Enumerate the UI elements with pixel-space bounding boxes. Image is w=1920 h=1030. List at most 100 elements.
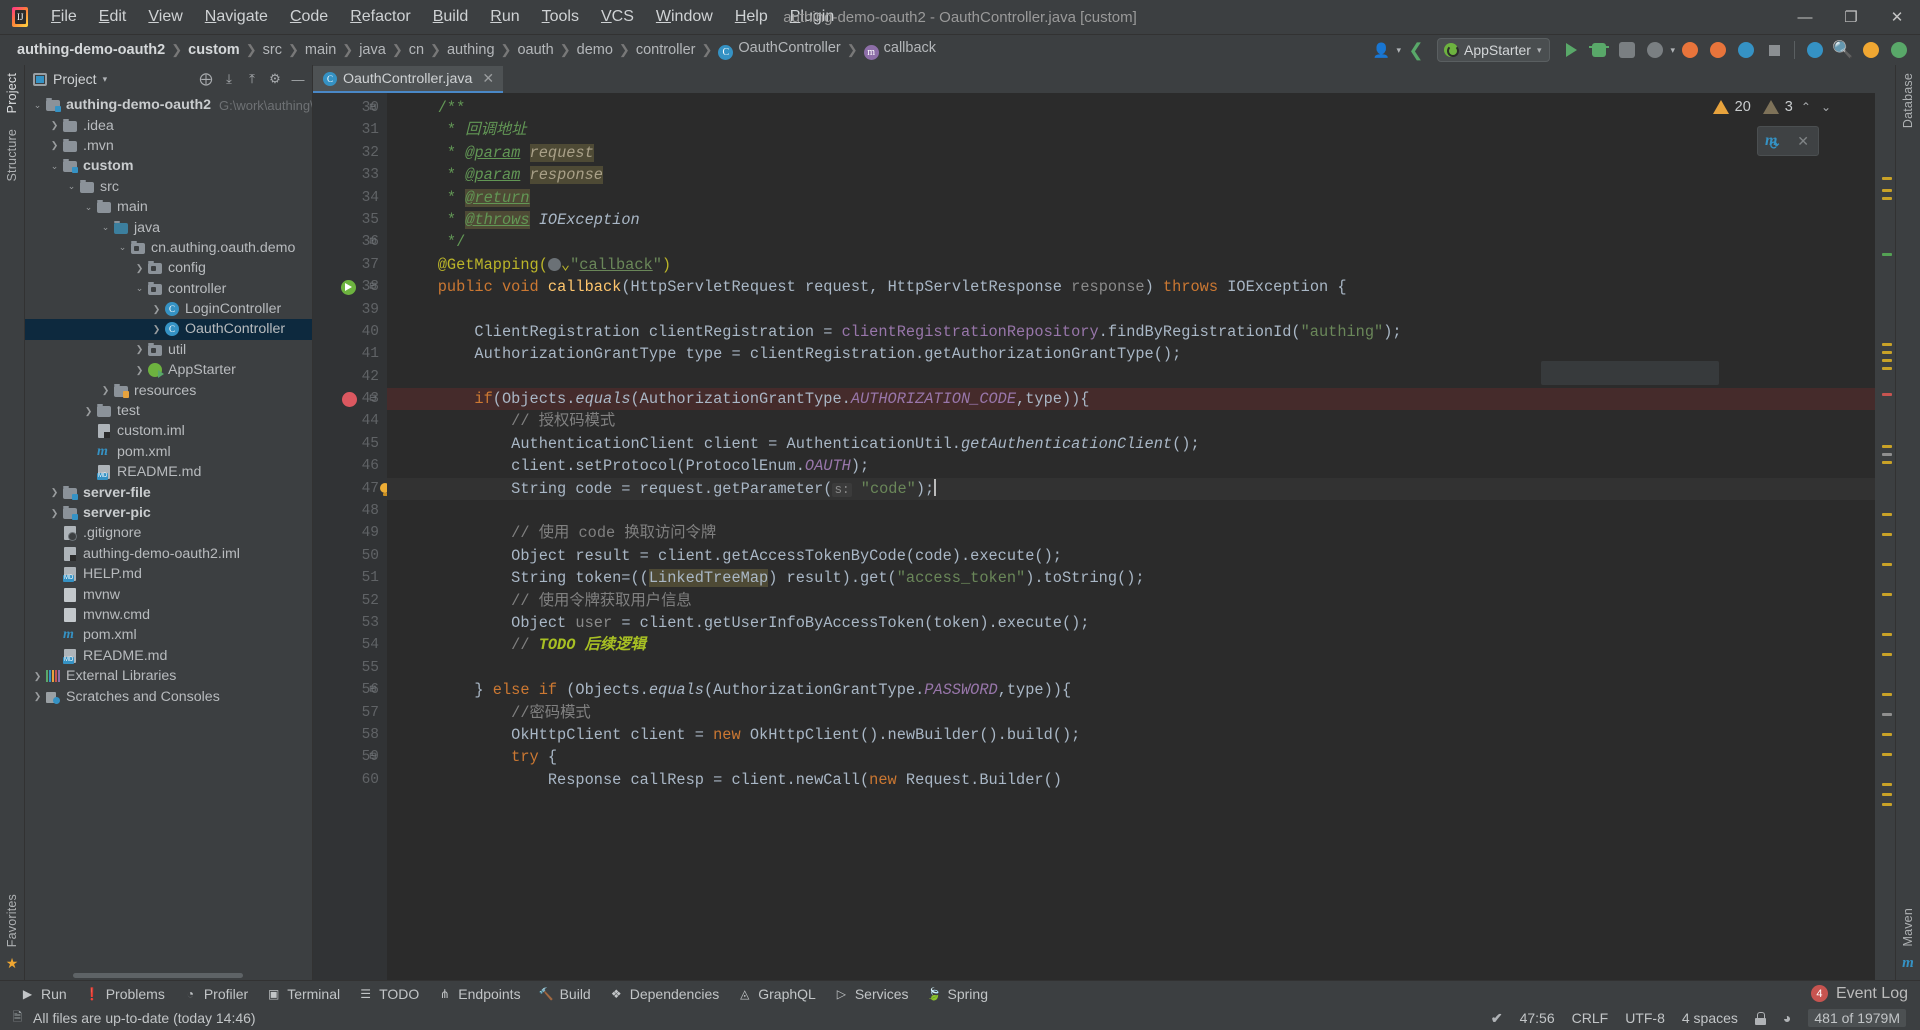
gutter-line[interactable]: 58 [313,724,387,746]
chevron-right-icon[interactable]: ❯ [31,690,44,703]
editor-gutter[interactable]: 30⊟313233343536⊡3738⊟3940414243⊟44454647… [313,93,387,980]
tree-node-main[interactable]: ⌄main [25,197,312,217]
chevron-right-icon[interactable]: ❯ [150,323,163,336]
breadcrumb-item-authing[interactable]: authing [442,40,500,60]
back-arrow-icon[interactable]: ❮ [1403,37,1429,63]
tree-node-external-libraries[interactable]: ❯External Libraries [25,666,312,686]
code-line[interactable]: */ [387,231,1875,253]
tree-node-server-pic[interactable]: ❯server-pic [25,503,312,523]
inspections-widget[interactable]: 20 3 ⌃ ⌄ [1713,99,1833,115]
menu-plugin[interactable]: Plugin [779,4,845,30]
fold-icon[interactable]: ⊟ [365,282,376,293]
breadcrumb[interactable]: authing-demo-oauth2❯custom❯src❯main❯java… [12,38,941,62]
tree-node-custom[interactable]: ⌄custom [25,156,312,176]
menu-bar[interactable]: FileEditViewNavigateCodeRefactorBuildRun… [40,0,845,35]
tool-window-project[interactable]: Project [3,65,21,121]
chevron-right-icon[interactable]: ❯ [99,384,112,397]
code-line[interactable]: try { [387,746,1875,768]
bottom-tool-graphql[interactable]: ◬GraphQL [731,984,828,1004]
code-line[interactable]: } else if (Objects.equals(AuthorizationG… [387,679,1875,701]
code-line[interactable]: AuthenticationClient client = Authentica… [387,433,1875,455]
rebuild-project-button[interactable] [1705,37,1731,63]
gutter-line[interactable]: 36⊡ [313,231,387,253]
inspection-scrollbar[interactable] [1875,93,1895,980]
code-line[interactable]: public void callback(HttpServletRequest … [387,276,1875,298]
maximize-button[interactable]: ❐ [1828,0,1874,35]
settings-icon[interactable] [1858,37,1884,63]
chevron-right-icon[interactable]: ❯ [48,486,61,499]
inspection-marker[interactable] [1882,633,1892,636]
collapse-all-icon[interactable]: ⤒ [242,69,262,89]
tree-node-scratches-and-consoles[interactable]: ❯Scratches and Consoles [25,686,312,706]
chevron-right-icon[interactable]: ❯ [133,364,146,377]
code-line[interactable]: String code = request.getParameter(s: "c… [387,478,1875,500]
gutter-line[interactable]: 45 [313,433,387,455]
menu-run[interactable]: Run [479,4,530,30]
build-project-button[interactable] [1677,37,1703,63]
code-line[interactable]: * @param response [387,164,1875,186]
menu-refactor[interactable]: Refactor [339,4,421,30]
tree-node-test[interactable]: ❯test [25,401,312,421]
gutter-line[interactable]: 55 [313,657,387,679]
code-line[interactable]: OkHttpClient client = new OkHttpClient()… [387,724,1875,746]
compile-button[interactable] [1733,37,1759,63]
chevron-down-icon[interactable]: ⌄ [82,201,95,214]
gutter-line[interactable]: 44 [313,410,387,432]
bottom-tool-dependencies[interactable]: ❖Dependencies [603,984,732,1004]
chevron-right-icon[interactable]: ❯ [48,119,61,132]
file-encoding[interactable]: UTF-8 [1625,1010,1665,1026]
gutter-line[interactable]: 30⊟ [313,97,387,119]
menu-file[interactable]: File [40,4,88,30]
inspection-marker[interactable] [1882,593,1892,596]
tree-node-pom-xml[interactable]: mpom.xml [25,625,312,645]
tab-oauthcontroller-java[interactable]: C OauthController.java ✕ [313,66,503,93]
project-view-chevron-down-icon[interactable]: ▾ [103,74,108,85]
next-problem-icon[interactable]: ⌄ [1819,100,1833,114]
project-tree[interactable]: ⌄authing-demo-oauth2G:\work\authing\❯.id… [25,93,312,971]
plugin-icon[interactable] [1886,37,1912,63]
bottom-tool-run[interactable]: ▶Run [14,984,79,1004]
tree-node-src[interactable]: ⌄src [25,177,312,197]
chevron-down-icon[interactable]: ⌄ [116,241,129,254]
tree-node--mvn[interactable]: ❯.mvn [25,136,312,156]
code-line[interactable]: // TODO 后续逻辑 [387,634,1875,656]
line-separator[interactable]: CRLF [1572,1010,1609,1026]
fold-icon[interactable]: ⊟ [365,685,376,696]
breadcrumb-item-oauthcontroller[interactable]: COauthController [713,38,845,62]
project-horizontal-scrollbar[interactable] [25,971,312,980]
tree-node-config[interactable]: ❯config [25,258,312,278]
gutter-line[interactable]: 31 [313,119,387,141]
gutter-line[interactable]: 34 [313,187,387,209]
breadcrumb-item-custom[interactable]: custom [183,40,245,60]
gutter-line[interactable]: 50 [313,545,387,567]
gutter-line[interactable]: 57 [313,702,387,724]
maven-reload-popup[interactable]: m ✕ [1757,126,1819,156]
gutter-line[interactable]: 40 [313,321,387,343]
indent-setting[interactable]: 4 spaces [1682,1010,1738,1026]
tree-node-logincontroller[interactable]: ❯CLoginController [25,299,312,319]
gutter-line[interactable]: 48 [313,500,387,522]
menu-edit[interactable]: Edit [88,4,138,30]
inspection-marker[interactable] [1882,753,1892,756]
breakpoint-icon[interactable] [342,392,357,407]
tree-node-java[interactable]: ⌄java [25,217,312,237]
tree-node--idea[interactable]: ❯.idea [25,115,312,135]
chevron-right-icon[interactable]: ❯ [150,303,163,316]
code-line[interactable]: //密码模式 [387,702,1875,724]
inspection-marker[interactable] [1882,793,1892,796]
gutter-line[interactable]: 43⊟ [313,388,387,410]
fold-icon[interactable]: ⊟ [365,394,376,405]
tree-node-readme-md[interactable]: README.md [25,646,312,666]
code-line[interactable]: client.setProtocol(ProtocolEnum.OAUTH); [387,455,1875,477]
inspection-marker[interactable] [1882,713,1892,716]
code-line[interactable]: Object user = client.getUserInfoByAccess… [387,612,1875,634]
gutter-line[interactable]: 42 [313,366,387,388]
inspection-marker[interactable] [1882,533,1892,536]
bottom-tool-todo[interactable]: ☰TODO [352,984,431,1004]
git-branch-icon[interactable]: ✔ [1491,1010,1503,1027]
close-icon[interactable]: ✕ [482,70,494,87]
code-line[interactable]: String token=((LinkedTreeMap) result).ge… [387,567,1875,589]
tree-node-mvnw-cmd[interactable]: mvnw.cmd [25,605,312,625]
gear-icon[interactable]: ⚙ [265,69,285,89]
tree-node-appstarter[interactable]: ❯AppStarter [25,360,312,380]
